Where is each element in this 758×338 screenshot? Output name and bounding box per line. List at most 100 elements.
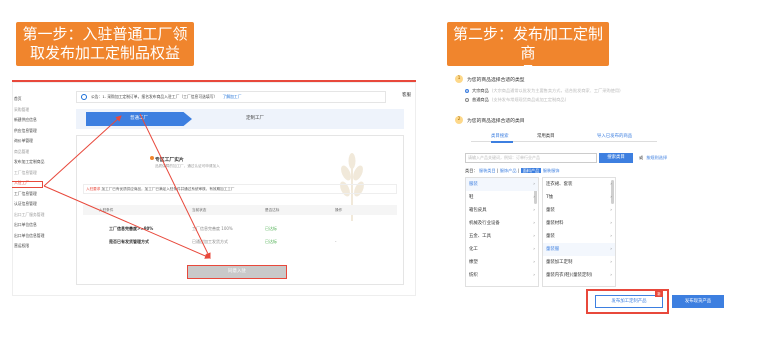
option-normal-label: 普通商品 [472,97,489,102]
chevron-right-icon: › [610,221,612,226]
table-cell-status: 工厂信息完善度 100% [192,226,233,231]
category-question: 为您的商品选择合适的类目 [467,119,525,124]
category-item[interactable]: 童装加工定制 › [543,256,615,269]
chevron-right-icon: › [610,247,612,252]
chevron-right-icon: › [610,234,612,239]
category-item-label: 连衣裙、套装 [546,182,573,187]
category-item[interactable]: 童装服 › [543,243,615,256]
join-content-panel: 专区工厂实片 品质保障的加工厂，通过认证可申请加入 入驻要求 加工厂已有优质供应… [76,135,404,285]
sidebar-item[interactable]: 发布加工定制商品 [14,159,44,165]
publish-stock-product-button[interactable]: 发布现货产品 [672,295,724,308]
radio-normal-label: 普通商品 (支持发布常规现货商品或加工定制商品) [472,97,566,103]
step-two-banner: 第二步：发布加工定制商 品 [447,22,609,81]
category-item[interactable]: 连衣裙、套装 › [543,178,615,191]
option-bulk-hint: (大宗商品通常以批发为主要售卖方式，适合批发商家、工厂采购使用) [491,88,621,93]
category-item[interactable]: 童装内衣(鞋)(童装定制) › [543,269,615,282]
category-item[interactable]: 机械及行业设备 › [466,217,538,230]
category-item[interactable]: 橡塑 › [466,256,538,269]
chevron-right-icon: › [533,221,535,226]
tab-custom-factory[interactable]: 定制工厂 [202,112,308,126]
sidebar-item: 出口工厂服务管理 [14,211,45,217]
category-item-label: 纺织 [469,273,478,278]
title-dot-icon [150,156,154,160]
table-cell-met: 已达标 [265,226,277,231]
sidebar-item[interactable]: 认证信息管理 [14,201,37,207]
chevron-right-icon: › [610,182,612,187]
category-path-tag[interactable]: 面料产品 [520,168,542,173]
info-icon [81,94,87,100]
tab-import-published[interactable]: 导入已发布的商品 [597,133,632,139]
category-item[interactable]: 箱包皮具 › [466,204,538,217]
category-item-label: 橡塑 [469,260,478,265]
category-path-link[interactable]: 服装类目 [479,168,496,173]
table-cell-status: 已通过加工发货方式 [192,239,228,244]
search-category-button[interactable]: 搜索类目 [599,153,633,163]
category-item[interactable]: 童装 › [543,204,615,217]
table-cell-action: - [335,239,337,244]
sidebar-item[interactable]: 出口单位信息管理 [14,233,44,239]
category-item[interactable]: 五金、工具 › [466,230,538,243]
publish-custom-product-button[interactable]: 发布加工定制产品 [595,295,663,308]
category-item-label: 童装 [546,234,555,239]
agree-join-button[interactable]: 同意入驻 [188,266,286,278]
radio-bulk-goods[interactable] [465,89,469,93]
notice-bar: 公告：1. 采购加工定制订单，报名发布商品入驻工厂（工厂信息可选填写） 了解加工… [76,91,386,103]
sidebar-item[interactable]: 出口单位信息 [14,222,37,228]
step-one-banner: 第一步：入驻普通工厂领 取发布加工定制品权益 [16,22,194,66]
radio-normal-goods[interactable] [465,98,469,102]
category-item-label: 服装 [469,182,478,187]
customer-service-title: 客服 [402,93,411,98]
choose-by-rule-link[interactable]: 按规则选择 [646,155,667,160]
sidebar: 首页采购管理新建供应信息 供应信息管理 询价单管理商品管理发布加工定制商品 工厂信息管… [12,92,67,296]
chevron-right-icon: › [533,195,535,200]
category-item[interactable]: 纺织 › [466,269,538,282]
sidebar-highlight-box [12,181,43,188]
chevron-right-icon: › [610,208,612,213]
category-item[interactable]: T恤 › [543,191,615,204]
sidebar-item: 商品管理 [14,148,30,154]
sidebar-item[interactable]: 营运权限 [14,243,29,249]
sidebar-item[interactable]: 新建供应信息 [14,117,37,123]
or-choose-text: 或按规则选择 [639,155,667,161]
sidebar-item[interactable]: 询价单管理 [14,138,33,144]
category-column-2: 连衣裙、套装 › T恤 › 童装 › 童装材料 › 童装 › 童装服 › 童装加工定制 › 童装内衣(鞋)(… [542,177,616,287]
category-tabs: 类目搜索 常用类目 导入已发布的商品 [471,132,657,143]
table-header-status: 当前状态 [192,208,207,212]
sidebar-item[interactable]: 工厂信息管理 [14,191,37,197]
notice-link[interactable]: 了解加工厂 [223,94,242,99]
category-item[interactable]: 化工 › [466,243,538,256]
category-item[interactable]: 鞋 › [466,191,538,204]
chevron-right-icon: › [533,182,535,187]
example-title: 专区工厂实片 [155,158,184,163]
radio-bulk-label: 大宗商品 (大宗商品通常以批发为主要售卖方式，适合批发商家、工厂采购使用) [472,88,621,94]
category-item-label: 童装加工定制 [546,260,573,265]
table-header-bg [83,205,397,215]
type-question: 为您的商品选择合适的类型 [467,78,525,83]
step-two-line-1: 第二步：发布加工定制商 [452,25,603,62]
category-search-input[interactable]: 请输入产品关键词，例如：订单行业产品 [465,153,597,163]
table-header-condition: 入驻条件 [99,208,114,212]
category-path-link[interactable]: 服装服饰 [543,168,560,173]
sidebar-item[interactable]: 首页 [14,96,22,102]
factory-type-tabs: 普通工厂 定制工厂 [76,109,404,129]
chevron-right-icon: › [610,273,612,278]
category-item[interactable]: 服装 › [466,178,538,191]
factory-join-screenshot: 首页采购管理新建供应信息 供应信息管理 询价单管理商品管理发布加工定制商品 工厂信息管… [12,80,416,296]
category-item-label: 机械及行业设备 [469,221,500,226]
tab-normal-factory[interactable]: 普通工厂 [86,112,192,126]
sidebar-item: 采购管理 [14,106,30,112]
requirement-bar: 入驻要求 加工厂已有优质供应商品，加工厂已满足入驻条件并通过系统审核，有效期加工… [83,184,397,194]
chevron-right-icon: › [533,234,535,239]
category-item[interactable]: 童装材料 › [543,217,615,230]
category-path: 类目： 服装类目 | 服饰产品 | 面料产品 服装服饰 [465,168,560,173]
category-path-link[interactable]: 服饰产品 [500,168,517,173]
step-one-line-1: 第一步：入驻普通工厂领 [22,25,188,43]
category-item[interactable]: 童装 › [543,230,615,243]
sidebar-item[interactable]: 供应信息管理 [14,128,37,134]
new-badge: 新 [655,291,663,297]
category-item-label: 童装材料 [546,221,564,226]
category-item-label: T恤 [546,195,554,200]
requirement-tag: 入驻要求 [86,187,101,191]
tab-category-search[interactable]: 类目搜索 [491,133,509,139]
tab-common-category[interactable]: 常用类目 [537,133,555,139]
